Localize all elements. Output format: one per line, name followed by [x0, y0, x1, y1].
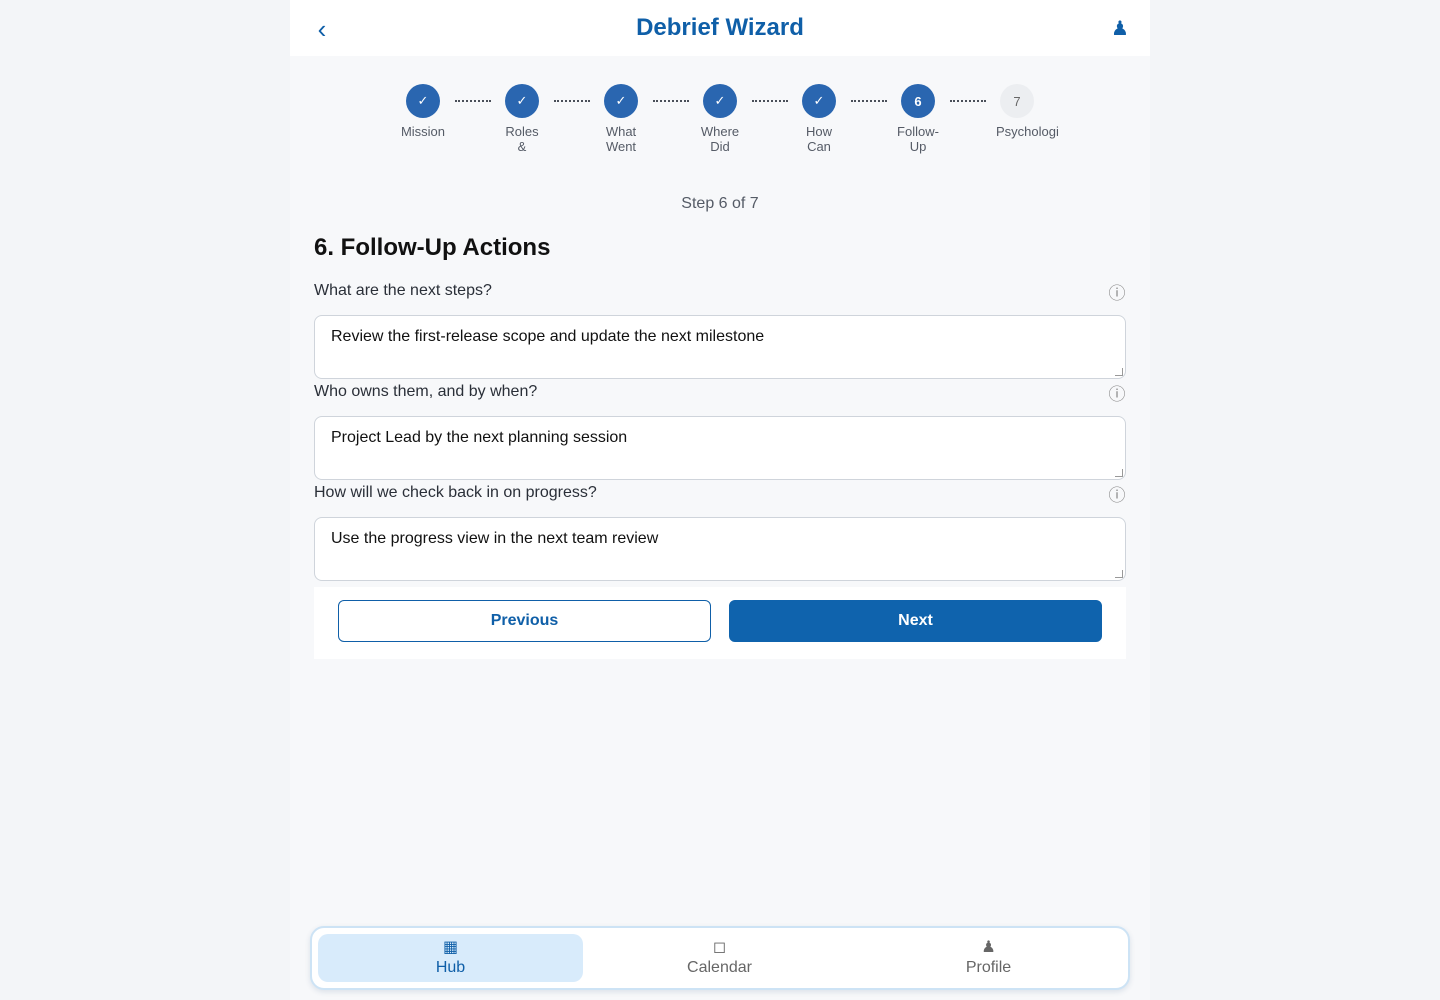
- top-bar: ‹ Debrief Wizard ♟: [290, 0, 1150, 56]
- step-label: Follow-Up: [897, 124, 939, 154]
- step-4[interactable]: ✓ Where Did: [675, 84, 765, 154]
- tab-calendar[interactable]: ◻ Calendar: [587, 934, 852, 982]
- calendar-icon: ◻: [712, 939, 727, 956]
- next-button[interactable]: Next: [729, 600, 1102, 642]
- step-3[interactable]: ✓ What Went: [576, 84, 666, 154]
- check-back-textarea[interactable]: Use the progress view in the next team r…: [314, 517, 1126, 581]
- step-7[interactable]: 7 Psychologi: [972, 84, 1082, 139]
- question-label: How will we check back in on progress?: [314, 484, 597, 501]
- step-1[interactable]: ✓ Mission: [378, 84, 468, 139]
- next-steps-textarea[interactable]: Review the first-release scope and updat…: [314, 315, 1126, 379]
- page-title: Debrief Wizard: [636, 14, 804, 41]
- grid-icon: ▦: [442, 939, 459, 956]
- step-done-check-icon: ✓: [802, 84, 836, 118]
- step-label: What Went: [605, 124, 637, 154]
- step-done-check-icon: ✓: [604, 84, 638, 118]
- wizard-stepper: ✓ Mission ✓ Roles & ✓ What Went ✓ Where …: [290, 84, 1150, 164]
- question-label: What are the next steps?: [314, 282, 492, 299]
- owners-textarea[interactable]: Project Lead by the next planning sessio…: [314, 416, 1126, 480]
- step-pending-number: 7: [1000, 84, 1034, 118]
- question-label: Who owns them, and by when?: [314, 383, 538, 400]
- step-2[interactable]: ✓ Roles &: [477, 84, 567, 154]
- section-title: 6. Follow-Up Actions: [314, 234, 551, 261]
- resize-grip-icon[interactable]: [1115, 469, 1123, 477]
- profile-icon[interactable]: ♟: [1108, 16, 1132, 42]
- step-label: How Can: [805, 124, 832, 154]
- tab-label: Hub: [435, 959, 466, 976]
- step-label: Mission: [400, 124, 446, 139]
- bottom-nav: ▦ Hub ◻ Calendar ♟ Profile: [310, 926, 1130, 990]
- resize-grip-icon[interactable]: [1115, 368, 1123, 376]
- step-label: Where Did: [700, 124, 740, 154]
- tab-label: Calendar: [687, 959, 752, 976]
- info-icon[interactable]: ⓘ: [1108, 386, 1126, 404]
- step-label: Roles &: [505, 124, 539, 154]
- step-done-check-icon: ✓: [505, 84, 539, 118]
- info-icon[interactable]: ⓘ: [1108, 285, 1126, 303]
- tab-label: Profile: [965, 959, 1012, 976]
- tab-hub[interactable]: ▦ Hub: [318, 934, 583, 982]
- wizard-nav: Previous Next: [314, 587, 1126, 659]
- step-label: Psychologi: [996, 124, 1059, 139]
- step-6[interactable]: 6 Follow-Up: [873, 84, 963, 154]
- step-done-check-icon: ✓: [406, 84, 440, 118]
- profile-icon: ♟: [981, 939, 996, 956]
- step-5[interactable]: ✓ How Can: [774, 84, 864, 154]
- app-shell: ‹ Debrief Wizard ♟ ✓ Mission ✓ Roles & ✓…: [290, 0, 1150, 1000]
- step-done-check-icon: ✓: [703, 84, 737, 118]
- resize-grip-icon[interactable]: [1115, 570, 1123, 578]
- previous-button[interactable]: Previous: [338, 600, 711, 642]
- step-count: Step 6 of 7: [681, 195, 759, 212]
- step-current-number: 6: [901, 84, 935, 118]
- info-icon[interactable]: ⓘ: [1108, 487, 1126, 505]
- tab-profile[interactable]: ♟ Profile: [856, 934, 1121, 982]
